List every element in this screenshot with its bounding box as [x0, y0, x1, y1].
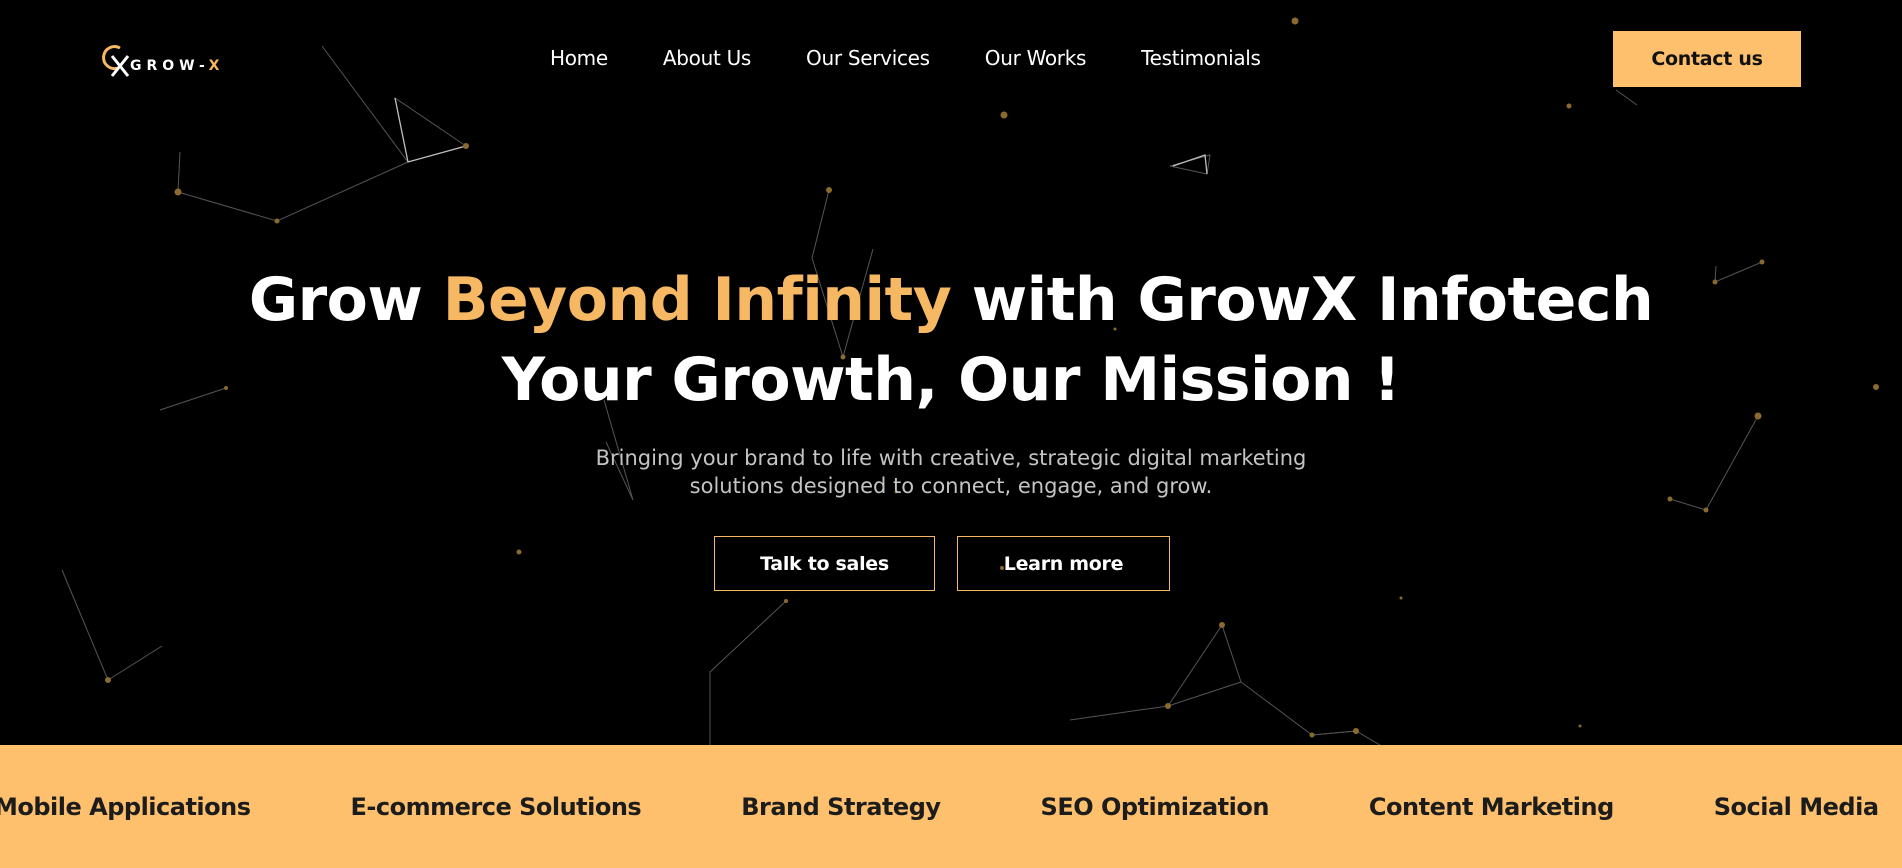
learn-more-button[interactable]: Learn more — [957, 536, 1170, 591]
headline-pre: Grow — [248, 265, 443, 335]
ticker-item: E-commerce Solutions — [350, 792, 642, 821]
main-nav: Home About Us Our Services Our Works Tes… — [550, 46, 1261, 70]
ticker-track: Mobile Applications E-commerce Solutions… — [0, 745, 1879, 868]
brand-name: GROW- — [130, 58, 209, 74]
ticker-item: Content Marketing — [1368, 792, 1614, 821]
hero-tagline: Your Growth, Our Mission ! — [501, 345, 1401, 415]
nav-item-our-services[interactable]: Our Services — [806, 46, 930, 70]
nav-item-home[interactable]: Home — [550, 46, 608, 70]
contact-us-button[interactable]: Contact us — [1613, 31, 1801, 87]
nav-item-our-works[interactable]: Our Works — [985, 46, 1087, 70]
hero-headline: Grow Beyond Infinity with GrowX Infotech — [0, 265, 1902, 335]
ticker-item: Brand Strategy — [741, 792, 941, 821]
brand-logo[interactable]: GROW-X — [98, 40, 224, 80]
hero-section: GROW-X Home About Us Our Services Our Wo… — [0, 0, 1902, 745]
nav-item-testimonials[interactable]: Testimonials — [1141, 46, 1261, 70]
hero-subtitle: Bringing your brand to life with creativ… — [595, 446, 1307, 498]
headline-post: with GrowX Infotech — [951, 265, 1654, 335]
ticker-item: SEO Optimization — [1040, 792, 1270, 821]
ticker-item: Mobile Applications — [0, 792, 251, 821]
brand-name-x: X — [208, 58, 225, 74]
services-ticker: Mobile Applications E-commerce Solutions… — [0, 745, 1902, 868]
nav-item-about-us[interactable]: About Us — [663, 46, 751, 70]
talk-to-sales-button[interactable]: Talk to sales — [714, 536, 935, 591]
ticker-item: Social Media — [1713, 792, 1879, 821]
headline-accent: Beyond Infinity — [442, 265, 952, 335]
